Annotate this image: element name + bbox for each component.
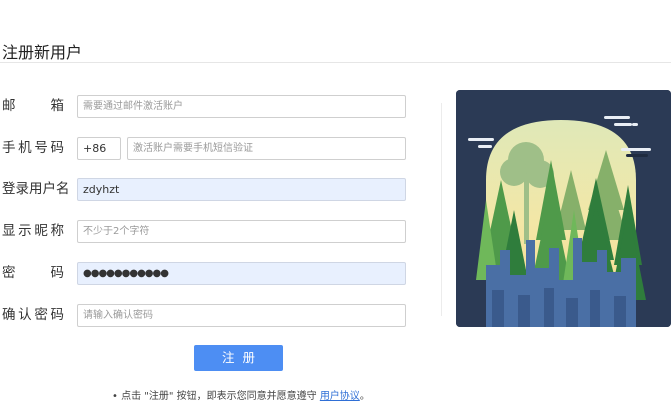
nickname-label: 显示昵称 <box>2 223 64 239</box>
user-agreement-link[interactable]: 用户协议 <box>320 391 360 402</box>
title-divider <box>0 62 671 63</box>
password-field[interactable]: ●●●●●●●●●●● <box>77 262 406 285</box>
confirm-password-field[interactable]: 请输入确认密码 <box>77 304 406 327</box>
agreement-text: • 点击 "注册" 按钮，即表示您同意并愿意遵守 <box>112 391 320 402</box>
agreement-suffix: 。 <box>359 391 370 402</box>
country-code-field[interactable]: +86 <box>77 137 121 160</box>
phone-field[interactable]: 激活账户需要手机短信验证 <box>127 137 406 160</box>
confirm-password-label: 确认密码 <box>2 307 64 323</box>
nickname-field[interactable]: 不少于2个字符 <box>77 220 406 243</box>
username-field[interactable]: zdyhzt <box>77 178 406 201</box>
vertical-divider <box>441 103 442 316</box>
forest-illustration <box>456 90 671 327</box>
username-label: 登录用户名 <box>2 181 70 197</box>
page-title: 注册新用户 <box>2 43 83 62</box>
phone-label: 手机号码 <box>2 140 64 156</box>
register-button[interactable]: 注册 <box>194 345 283 371</box>
forest-illustration-svg <box>456 90 671 327</box>
email-label: 邮箱 <box>2 98 64 114</box>
password-label: 密码 <box>2 265 64 281</box>
email-field[interactable]: 需要通过邮件激活账户 <box>77 95 406 118</box>
